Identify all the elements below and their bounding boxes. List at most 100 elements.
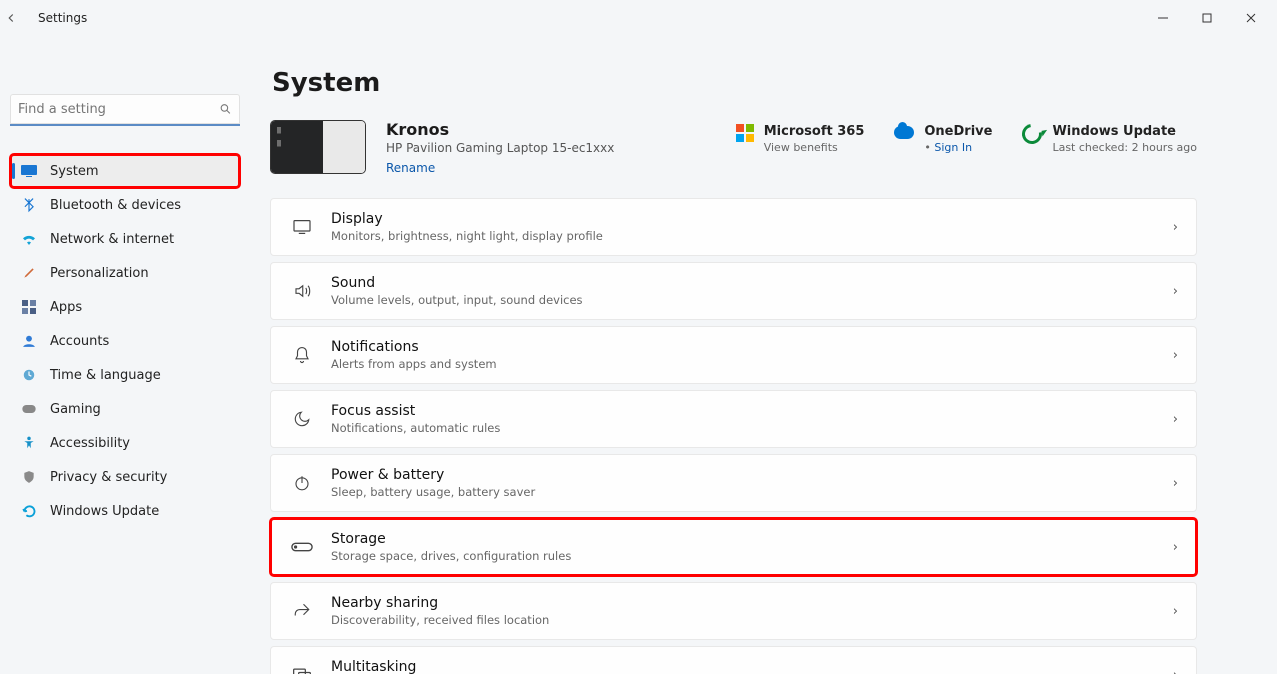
microsoft-logo-icon — [736, 124, 754, 142]
sound-icon — [289, 282, 315, 300]
panel-desc: Sleep, battery usage, battery saver — [331, 485, 535, 499]
update-icon — [20, 504, 38, 519]
bluetooth-icon — [20, 197, 38, 213]
page-title: System — [272, 68, 1197, 98]
moon-icon — [289, 410, 315, 428]
chevron-right-icon: › — [1173, 604, 1178, 619]
system-icon — [20, 165, 38, 177]
panel-title: Power & battery — [331, 467, 535, 483]
sidebar-item-accounts[interactable]: Accounts — [10, 324, 240, 358]
sidebar-item-system[interactable]: System — [10, 154, 240, 188]
panel-desc: Monitors, brightness, night light, displ… — [331, 229, 603, 243]
rename-link[interactable]: Rename — [386, 161, 435, 175]
storage-icon — [289, 541, 315, 553]
panel-desc: Alerts from apps and system — [331, 357, 497, 371]
share-icon — [289, 602, 315, 620]
card-subtitle: Last checked: 2 hours ago — [1052, 141, 1197, 154]
device-info-row: Kronos HP Pavilion Gaming Laptop 15-ec1x… — [270, 120, 1197, 176]
back-button[interactable] — [4, 11, 32, 25]
apps-icon — [20, 300, 38, 314]
globe-clock-icon — [20, 368, 38, 382]
chevron-right-icon: › — [1173, 476, 1178, 491]
maximize-button[interactable] — [1185, 2, 1229, 34]
sidebar: System Bluetooth & devices Network & int… — [0, 36, 250, 674]
sidebar-item-label: Privacy & security — [50, 470, 167, 485]
panel-sound[interactable]: Sound Volume levels, output, input, sound… — [270, 262, 1197, 320]
chevron-right-icon: › — [1173, 668, 1178, 674]
device-model: HP Pavilion Gaming Laptop 15-ec1xxx — [386, 141, 614, 155]
onedrive-signin-link[interactable]: Sign In — [934, 141, 972, 154]
panel-power-battery[interactable]: Power & battery Sleep, battery usage, bat… — [270, 454, 1197, 512]
sidebar-item-label: Bluetooth & devices — [50, 198, 181, 213]
multitask-icon — [289, 666, 315, 674]
sidebar-item-network[interactable]: Network & internet — [10, 222, 240, 256]
titlebar: Settings — [0, 0, 1277, 36]
sidebar-item-windows-update[interactable]: Windows Update — [10, 494, 240, 528]
power-icon — [289, 474, 315, 492]
update-loop-icon — [1019, 120, 1047, 148]
card-onedrive[interactable]: OneDrive • Sign In — [894, 124, 992, 154]
panel-desc: Discoverability, received files location — [331, 613, 549, 627]
card-title: Microsoft 365 — [764, 124, 865, 139]
sidebar-item-label: Personalization — [50, 266, 149, 281]
card-title: Windows Update — [1052, 124, 1197, 139]
panel-desc: Storage space, drives, configuration rul… — [331, 549, 571, 563]
accessibility-icon — [20, 435, 38, 451]
chevron-right-icon: › — [1173, 540, 1178, 555]
gamepad-icon — [20, 403, 38, 415]
search-field[interactable] — [10, 94, 240, 126]
chevron-right-icon: › — [1173, 284, 1178, 299]
sidebar-item-label: Accessibility — [50, 436, 130, 451]
panel-title: Multitasking — [331, 659, 562, 674]
card-title: OneDrive — [924, 124, 992, 139]
sidebar-item-privacy[interactable]: Privacy & security — [10, 460, 240, 494]
sidebar-item-label: Apps — [50, 300, 82, 315]
minimize-button[interactable] — [1141, 2, 1185, 34]
sidebar-item-label: Gaming — [50, 402, 101, 417]
sidebar-item-label: Time & language — [50, 368, 161, 383]
sidebar-item-accessibility[interactable]: Accessibility — [10, 426, 240, 460]
wifi-icon — [20, 233, 38, 245]
chevron-right-icon: › — [1173, 220, 1178, 235]
card-windows-update[interactable]: Windows Update Last checked: 2 hours ago — [1022, 124, 1197, 154]
card-subtitle: • Sign In — [924, 141, 992, 154]
close-button[interactable] — [1229, 2, 1273, 34]
panel-display[interactable]: Display Monitors, brightness, night light… — [270, 198, 1197, 256]
info-cards: Microsoft 365 View benefits OneDrive • S… — [736, 120, 1197, 154]
brush-icon — [20, 266, 38, 280]
panel-title: Notifications — [331, 339, 497, 355]
search-input[interactable] — [10, 94, 210, 124]
display-icon — [289, 219, 315, 235]
sidebar-item-label: Accounts — [50, 334, 109, 349]
content: System Kronos HP Pavilion Gaming Laptop … — [250, 36, 1277, 674]
device-text: Kronos HP Pavilion Gaming Laptop 15-ec1x… — [386, 120, 614, 176]
sidebar-item-label: System — [50, 164, 98, 179]
sidebar-item-time-language[interactable]: Time & language — [10, 358, 240, 392]
panel-desc: Volume levels, output, input, sound devi… — [331, 293, 583, 307]
sidebar-item-gaming[interactable]: Gaming — [10, 392, 240, 426]
panel-storage[interactable]: Storage Storage space, drives, configurat… — [270, 518, 1197, 576]
card-subtitle: View benefits — [764, 141, 865, 154]
panel-title: Sound — [331, 275, 583, 291]
sidebar-item-label: Network & internet — [50, 232, 174, 247]
panel-desc: Notifications, automatic rules — [331, 421, 500, 435]
window-controls — [1141, 2, 1273, 34]
sidebar-item-personalization[interactable]: Personalization — [10, 256, 240, 290]
panel-title: Storage — [331, 531, 571, 547]
panel-focus-assist[interactable]: Focus assist Notifications, automatic rul… — [270, 390, 1197, 448]
sidebar-item-bluetooth[interactable]: Bluetooth & devices — [10, 188, 240, 222]
panel-title: Nearby sharing — [331, 595, 549, 611]
card-microsoft365[interactable]: Microsoft 365 View benefits — [736, 124, 865, 154]
shield-icon — [20, 469, 38, 485]
panel-multitasking[interactable]: MultitaskingSnap windows, desktops, task… — [270, 646, 1197, 674]
panel-nearby-sharing[interactable]: Nearby sharing Discoverability, received … — [270, 582, 1197, 640]
panel-notifications[interactable]: Notifications Alerts from apps and system… — [270, 326, 1197, 384]
bell-icon — [289, 345, 315, 365]
sidebar-item-apps[interactable]: Apps — [10, 290, 240, 324]
panel-title: Display — [331, 211, 603, 227]
device-thumbnail[interactable] — [270, 120, 366, 174]
app-title: Settings — [38, 11, 87, 25]
chevron-right-icon: › — [1173, 412, 1178, 427]
chevron-right-icon: › — [1173, 348, 1178, 363]
panel-title: Focus assist — [331, 403, 500, 419]
